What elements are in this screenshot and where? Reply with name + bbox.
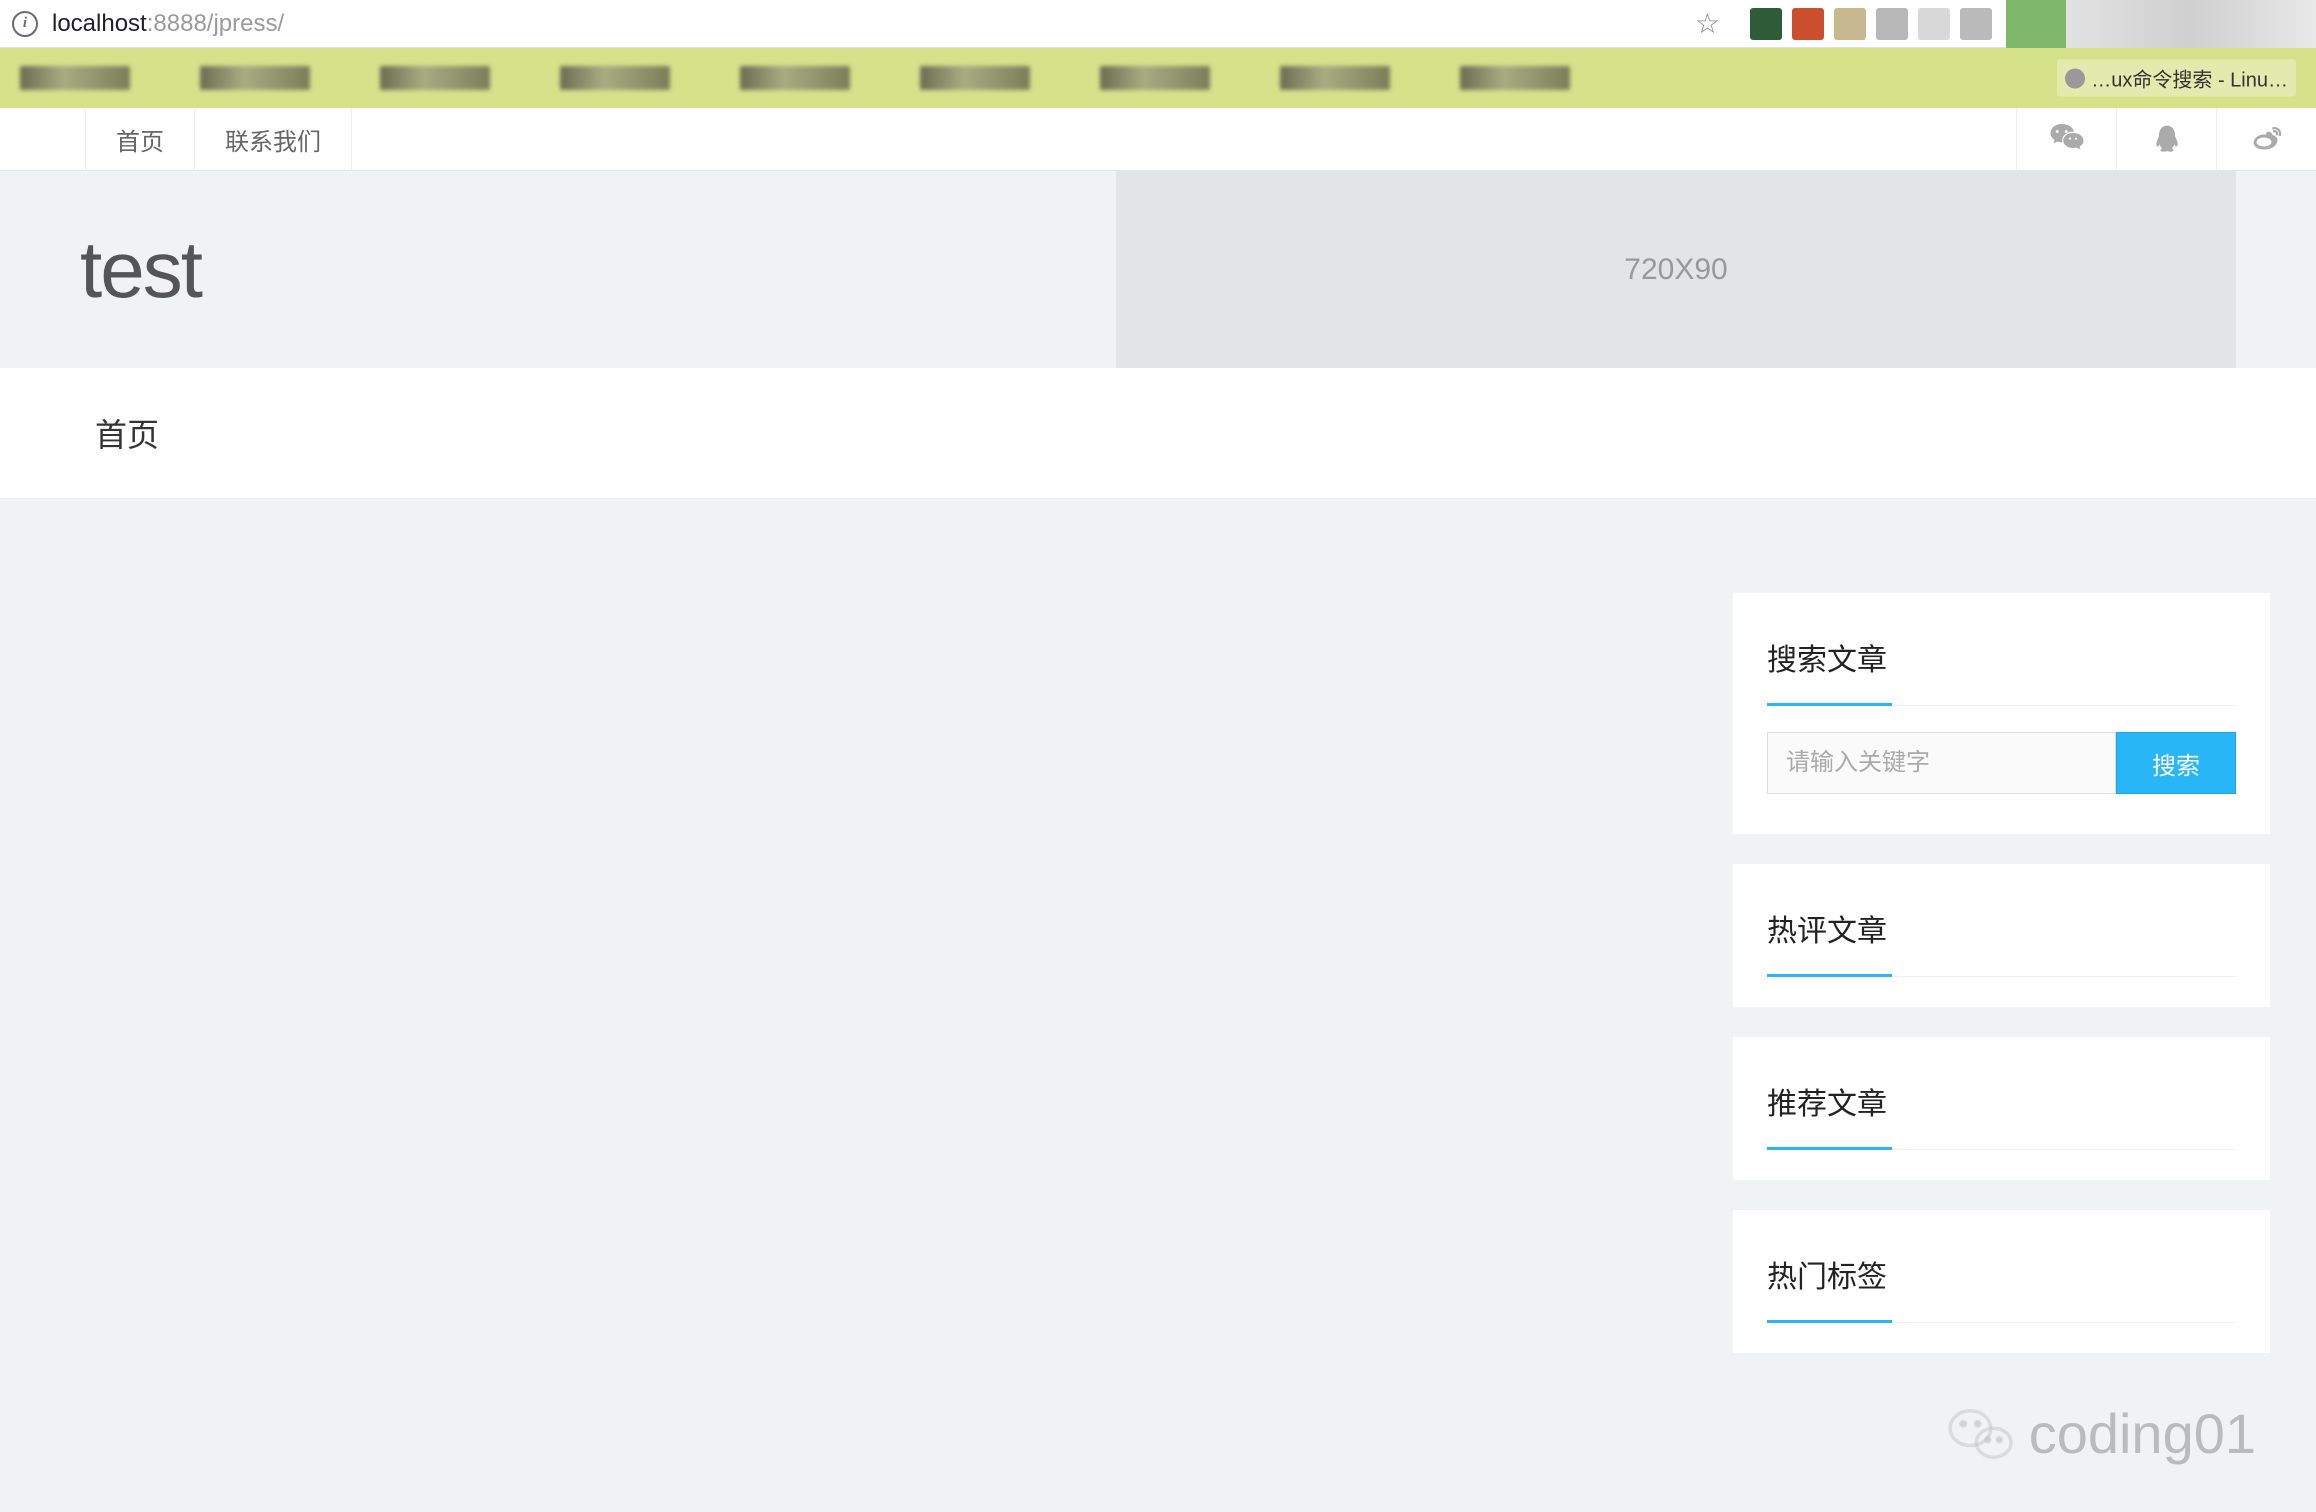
watermark-text: coding01 [2029,1401,2256,1466]
browser-chrome: i localhost:8888/jpress/ ☆ [0,0,2316,48]
bookmark-label: …ux命令搜索 - Linu… [2091,64,2288,93]
widget-title: 热评文章 [1767,906,2236,977]
extension-icon[interactable] [1834,8,1866,40]
extension-icon[interactable] [1960,8,1992,40]
breadcrumb-home[interactable]: 首页 [95,410,159,456]
bookmark-item[interactable] [1460,66,1570,90]
bookmark-favicon-icon [2065,68,2085,88]
qq-icon[interactable] [2116,108,2216,170]
bookmark-star-icon[interactable]: ☆ [1695,7,1720,40]
main-area: 搜索文章 搜索 热评文章 推荐文章 热门标签 [0,499,2316,1383]
bookmark-item[interactable] [380,66,490,90]
breadcrumb-bar: 首页 [0,368,2316,499]
ad-text: 720X90 [1624,253,1727,287]
bookmark-item[interactable] [920,66,1030,90]
widget-search: 搜索文章 搜索 [1733,593,2270,834]
url-text: localhost:8888/jpress/ [52,10,284,38]
header-section: test 720X90 [0,171,2316,368]
url-port: :8888 [147,10,207,37]
wechat-watermark-icon [1947,1405,2017,1463]
bookmark-item[interactable] [20,66,130,90]
url-host: localhost [52,10,147,37]
extension-icon[interactable] [1876,8,1908,40]
bookmark-item[interactable] [740,66,850,90]
widget-title: 热门标签 [1767,1252,2236,1323]
nav-item-contact[interactable]: 联系我们 [195,108,352,170]
extension-icon[interactable] [1792,8,1824,40]
weibo-icon[interactable] [2216,108,2316,170]
widget-recommended: 推荐文章 [1733,1037,2270,1180]
extension-icon[interactable] [1918,8,1950,40]
nav-label: 联系我们 [225,122,321,157]
bookmark-item-linux[interactable]: …ux命令搜索 - Linu… [2057,60,2296,97]
nav-left: 首页 联系我们 [0,108,352,170]
content-column [0,499,1733,1383]
bookmarks-bar: …ux命令搜索 - Linu… [0,48,2316,108]
nav-label: 首页 [116,122,164,157]
extension-icons [1750,8,2000,40]
nav-item-home[interactable]: 首页 [85,108,195,170]
top-nav: 首页 联系我们 [0,108,2316,171]
widget-title: 推荐文章 [1767,1079,2236,1150]
profile-avatar[interactable] [2006,0,2066,48]
wechat-icon[interactable] [2016,108,2116,170]
search-input[interactable] [1767,732,2116,794]
bookmark-item[interactable] [1100,66,1210,90]
address-bar[interactable]: i localhost:8888/jpress/ ☆ [0,0,1750,47]
widget-hot-tags: 热门标签 [1733,1210,2270,1353]
sidebar-column: 搜索文章 搜索 热评文章 推荐文章 热门标签 [1733,499,2270,1383]
search-row: 搜索 [1767,732,2236,794]
bookmark-item[interactable] [200,66,310,90]
widget-hot-comments: 热评文章 [1733,864,2270,1007]
bookmark-item[interactable] [1280,66,1390,90]
bookmark-item[interactable] [560,66,670,90]
widget-title: 搜索文章 [1767,635,2236,706]
search-button[interactable]: 搜索 [2116,732,2236,794]
site-title: test [80,224,201,316]
info-icon[interactable]: i [12,11,38,37]
watermark: coding01 [1947,1401,2256,1466]
url-path: /jpress/ [207,10,284,37]
extension-icon[interactable] [1750,8,1782,40]
window-controls-blur [2066,0,2316,48]
ad-banner[interactable]: 720X90 [1116,171,2236,368]
nav-right [2016,108,2316,170]
